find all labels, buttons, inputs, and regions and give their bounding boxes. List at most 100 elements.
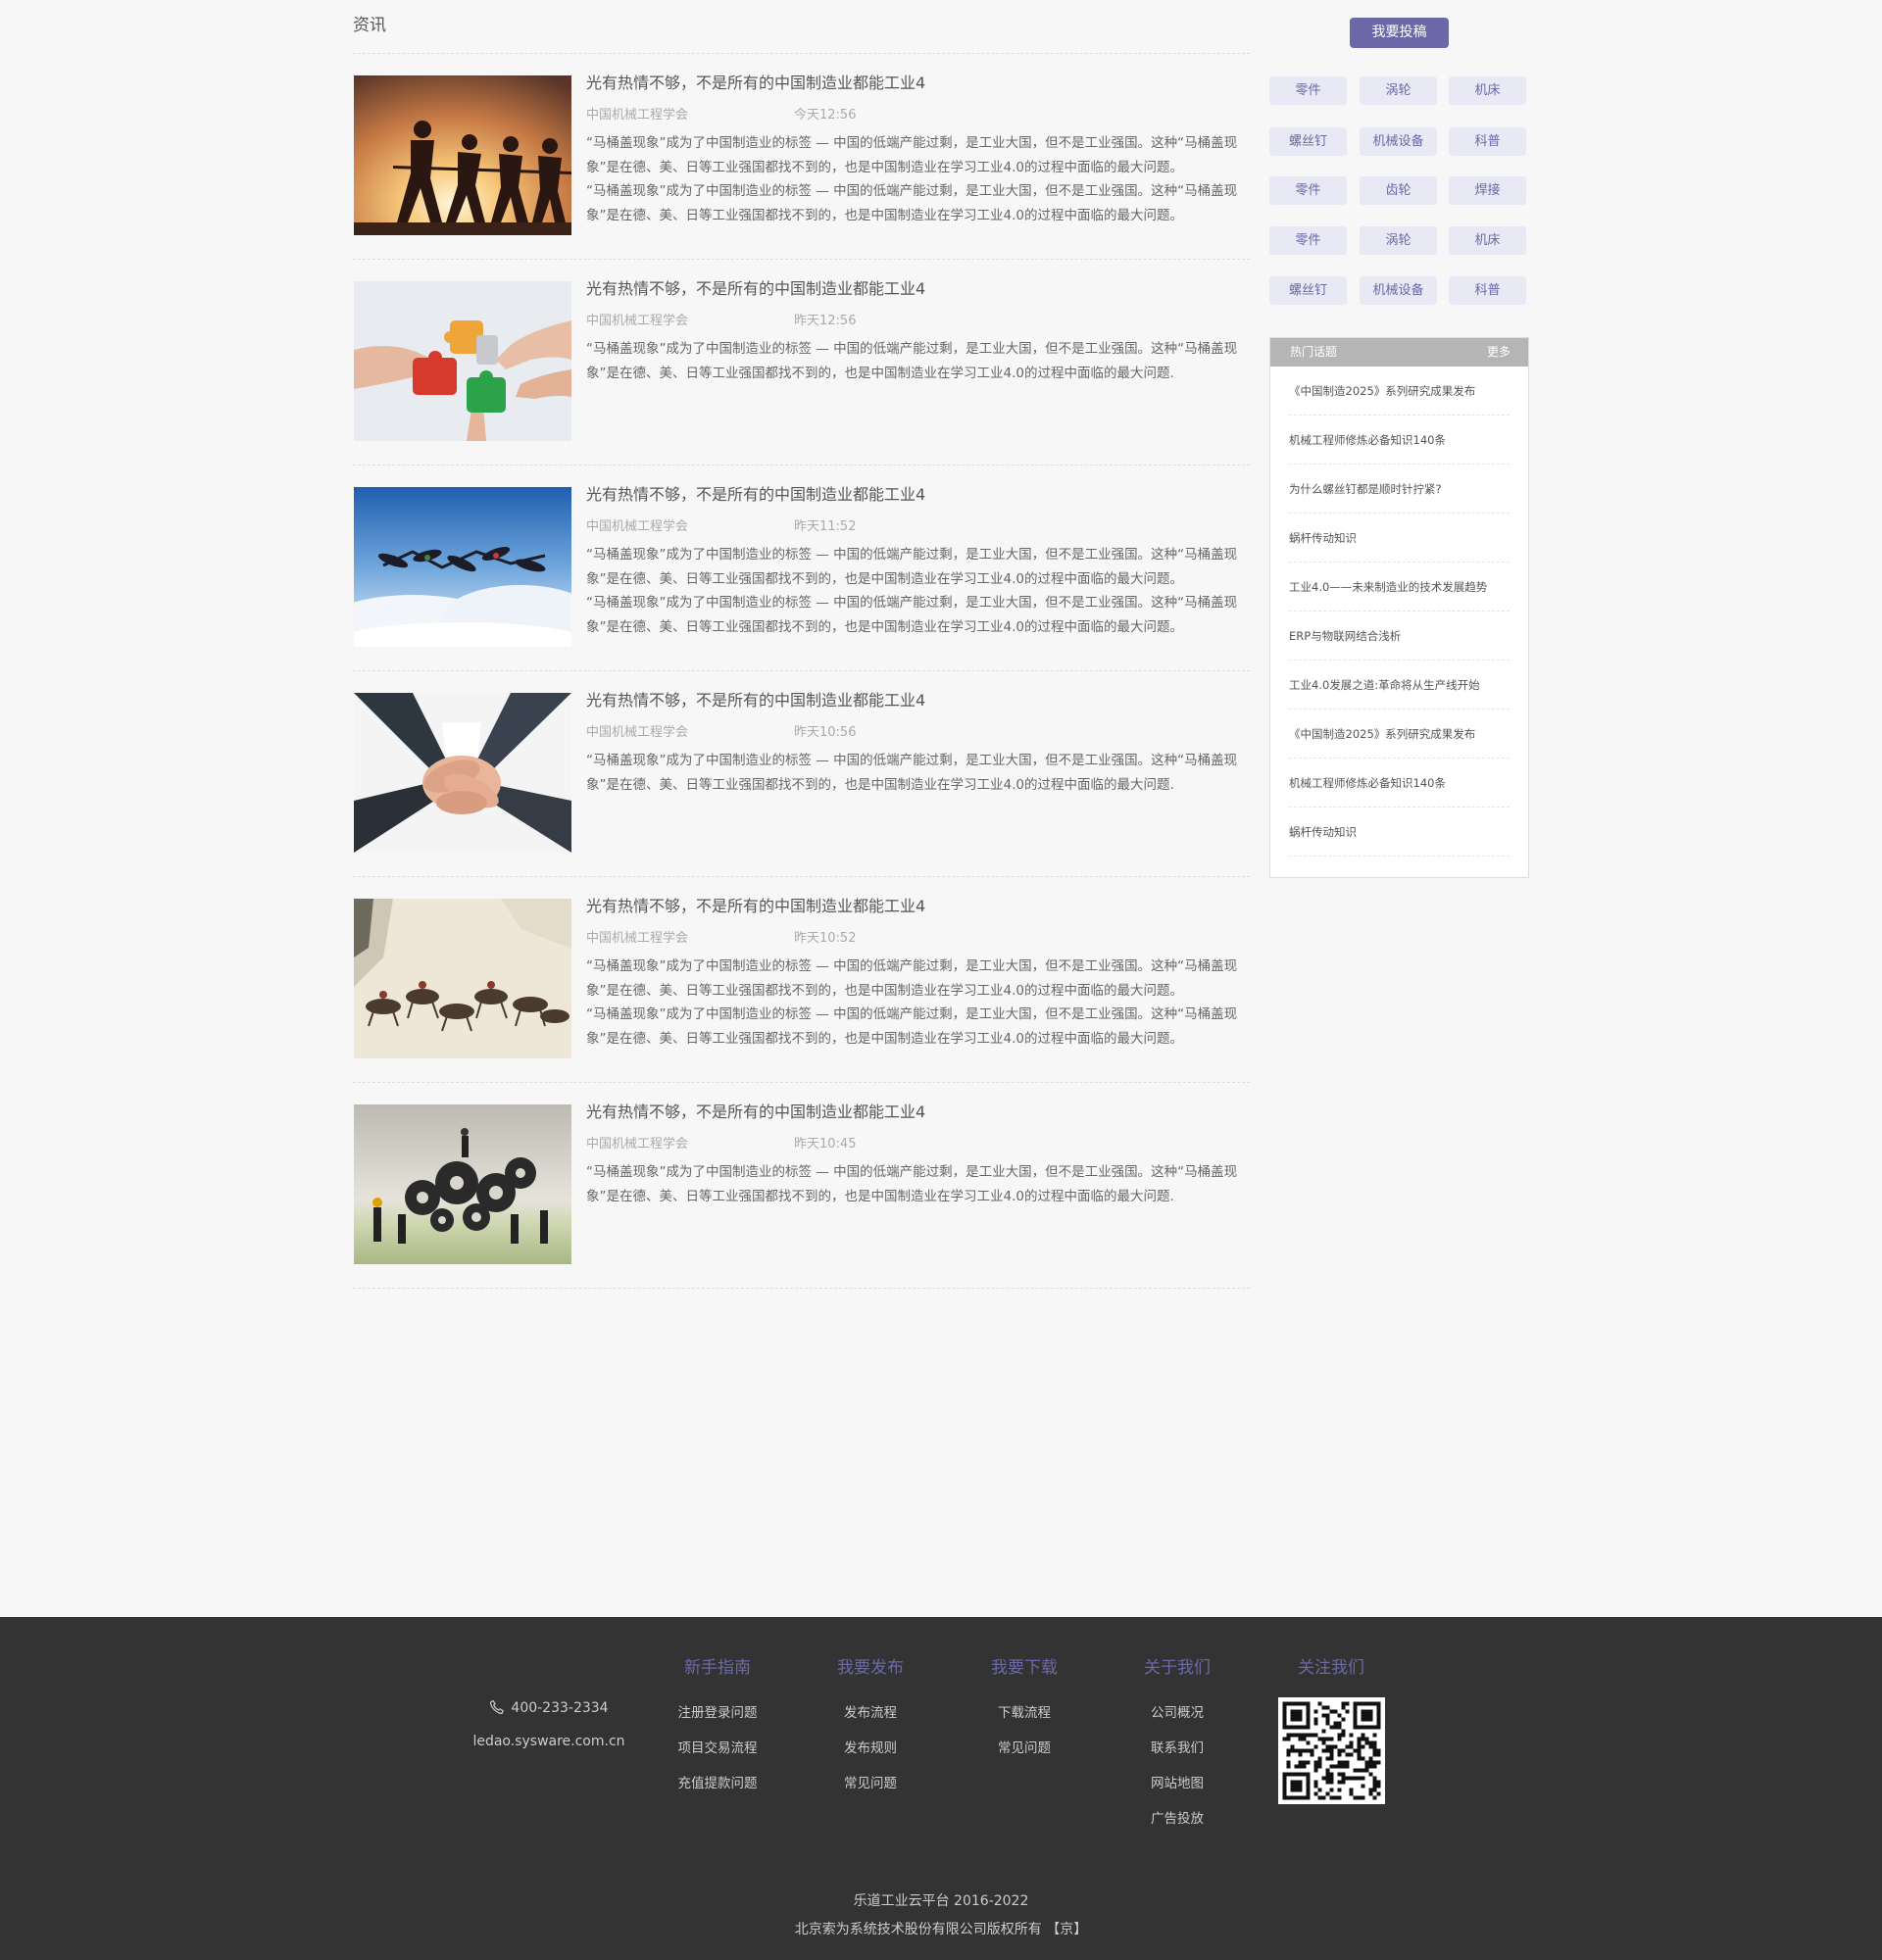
footer-col-guide: 新手指南 注册登录问题 项目交易流程 充值提款问题 — [638, 1656, 797, 1808]
footer-link[interactable]: 广告投放 — [1098, 1808, 1257, 1843]
article-source: 中国机械工程学会 — [586, 314, 689, 328]
article-title[interactable]: 光有热情不够，不是所有的中国制造业都能工业4 — [586, 74, 1250, 93]
phone-icon — [489, 1699, 505, 1722]
news-column: 资讯 光有热情不够，不是所有的中国制造业都能工业4 中国机械工程学会 今天12:5… — [353, 0, 1250, 1289]
article-paragraph: “马桶盖现象”成为了中国制造业的标签 — 中国的低端产能过剩，是工业大国，但不是… — [586, 753, 1238, 793]
article-list: 光有热情不够，不是所有的中国制造业都能工业4 中国机械工程学会 今天12:56 “… — [353, 54, 1250, 1289]
footer-col-title: 我要发布 — [837, 1658, 904, 1678]
hot-topics-list: 《中国制造2025》系列研究成果发布 机械工程师修炼必备知识140条 为什么螺丝钉都… — [1270, 367, 1528, 857]
article-title[interactable]: 光有热情不够，不是所有的中国制造业都能工业4 — [586, 279, 1250, 299]
article-summary: “马桶盖现象”成为了中国制造业的标签 — 中国的低端产能过剩，是工业大国，但不是… — [586, 543, 1250, 639]
more-link[interactable]: 更多 — [1487, 338, 1511, 367]
article-summary: “马桶盖现象”成为了中国制造业的标签 — 中国的低端产能过剩，是工业大国，但不是… — [586, 337, 1250, 385]
footer-col-publish: 我要发布 发布流程 发布规则 常见问题 — [791, 1656, 950, 1808]
article-thumbnail[interactable] — [354, 487, 571, 647]
submit-article-button[interactable]: 我要投稿 — [1350, 18, 1449, 48]
tag-chip[interactable]: 科普 — [1449, 127, 1526, 156]
footer: 400-233-2334 ledao.sysware.com.cn 新手指南 注… — [0, 1617, 1882, 1960]
article-meta: 中国机械工程学会 今天12:56 — [586, 107, 1250, 124]
article-summary: “马桶盖现象”成为了中国制造业的标签 — 中国的低端产能过剩，是工业大国，但不是… — [586, 749, 1250, 797]
hot-topic-item[interactable]: ERP与物联网结合浅析 — [1289, 612, 1510, 661]
hot-topic-item[interactable]: 蜗杆传动知识 — [1289, 808, 1510, 857]
article-item: 光有热情不够，不是所有的中国制造业都能工业4 中国机械工程学会 昨天10:45 “… — [353, 1083, 1250, 1289]
tag-chip[interactable]: 机械设备 — [1360, 276, 1437, 305]
article-thumbnail[interactable] — [354, 1104, 571, 1264]
footer-link[interactable]: 发布流程 — [791, 1702, 950, 1738]
article-paragraph: “马桶盖现象”成为了中国制造业的标签 — 中国的低端产能过剩，是工业大国，但不是… — [586, 958, 1238, 999]
footer-link[interactable]: 网站地图 — [1098, 1773, 1257, 1808]
article-body: 光有热情不够，不是所有的中国制造业都能工业4 中国机械工程学会 昨天12:56 “… — [586, 279, 1250, 385]
hot-topics-panel: 热门话题 更多 《中国制造2025》系列研究成果发布 机械工程师修炼必备知识140… — [1269, 337, 1529, 878]
tag-chip[interactable]: 机械设备 — [1360, 127, 1437, 156]
footer-link[interactable]: 联系我们 — [1098, 1738, 1257, 1773]
tag-chip[interactable]: 机床 — [1449, 226, 1526, 255]
article-paragraph: “马桶盖现象”成为了中国制造业的标签 — 中国的低端产能过剩，是工业大国，但不是… — [586, 595, 1238, 635]
article-thumbnail[interactable] — [354, 693, 571, 853]
tag-chip[interactable]: 螺丝钉 — [1269, 127, 1347, 156]
article-title[interactable]: 光有热情不够，不是所有的中国制造业都能工业4 — [586, 897, 1250, 916]
footer-col-download: 我要下载 下载流程 常见问题 — [945, 1656, 1104, 1773]
hot-topic-item[interactable]: 《中国制造2025》系列研究成果发布 — [1289, 367, 1510, 416]
footer-link[interactable]: 常见问题 — [791, 1773, 950, 1808]
tag-chip[interactable]: 焊接 — [1449, 176, 1526, 205]
phone-number: 400-233-2334 — [511, 1700, 609, 1716]
hot-topics-title: 热门话题 — [1290, 345, 1338, 359]
footer-link[interactable]: 项目交易流程 — [638, 1738, 797, 1773]
copyright-block: 乐道工业云平台 2016-2022 北京索为系统技术股份有限公司版权所有 【京】 — [0, 1887, 1882, 1944]
hot-topic-item[interactable]: 工业4.0发展之道:革命将从生产线开始 — [1289, 661, 1510, 710]
article-thumbnail[interactable] — [354, 281, 571, 441]
footer-col-follow: 关注我们 — [1257, 1656, 1406, 1702]
article-meta: 中国机械工程学会 昨天12:56 — [586, 313, 1250, 330]
article-time: 昨天10:52 — [794, 931, 857, 946]
article-source: 中国机械工程学会 — [586, 1137, 689, 1152]
tag-chip[interactable]: 零件 — [1269, 226, 1347, 255]
footer-link[interactable]: 常见问题 — [945, 1738, 1104, 1773]
article-title[interactable]: 光有热情不够，不是所有的中国制造业都能工业4 — [586, 485, 1250, 505]
tag-chip[interactable]: 科普 — [1449, 276, 1526, 305]
hot-topic-item[interactable]: 机械工程师修炼必备知识140条 — [1289, 416, 1510, 465]
article-body: 光有热情不够，不是所有的中国制造业都能工业4 中国机械工程学会 昨天10:52 “… — [586, 897, 1250, 1051]
article-title[interactable]: 光有热情不够，不是所有的中国制造业都能工业4 — [586, 691, 1250, 710]
article-source: 中国机械工程学会 — [586, 931, 689, 946]
article-paragraph: “马桶盖现象”成为了中国制造业的标签 — 中国的低端产能过剩，是工业大国，但不是… — [586, 547, 1238, 587]
article-summary: “马桶盖现象”成为了中国制造业的标签 — 中国的低端产能过剩，是工业大国，但不是… — [586, 1160, 1250, 1208]
article-time: 昨天10:56 — [794, 725, 857, 740]
hot-topic-item[interactable]: 蜗杆传动知识 — [1289, 514, 1510, 563]
footer-link[interactable]: 公司概况 — [1098, 1702, 1257, 1738]
article-paragraph: “马桶盖现象”成为了中国制造业的标签 — 中国的低端产能过剩，是工业大国，但不是… — [586, 341, 1238, 381]
tag-chip[interactable]: 零件 — [1269, 176, 1347, 205]
article-paragraph: “马桶盖现象”成为了中国制造业的标签 — 中国的低端产能过剩，是工业大国，但不是… — [586, 1006, 1238, 1047]
tag-chip[interactable]: 齿轮 — [1360, 176, 1437, 205]
tag-chip[interactable]: 零件 — [1269, 76, 1347, 105]
footer-link[interactable]: 充值提款问题 — [638, 1773, 797, 1808]
tag-chip[interactable]: 涡轮 — [1360, 76, 1437, 105]
article-summary: “马桶盖现象”成为了中国制造业的标签 — 中国的低端产能过剩，是工业大国，但不是… — [586, 131, 1250, 227]
article-item: 光有热情不够，不是所有的中国制造业都能工业4 中国机械工程学会 昨天12:56 “… — [353, 260, 1250, 466]
hot-topic-item[interactable]: 工业4.0——未来制造业的技术发展趋势 — [1289, 563, 1510, 612]
article-body: 光有热情不够，不是所有的中国制造业都能工业4 中国机械工程学会 昨天10:45 “… — [586, 1102, 1250, 1208]
article-time: 昨天11:52 — [794, 519, 857, 534]
article-meta: 中国机械工程学会 昨天10:56 — [586, 724, 1250, 742]
tag-chip[interactable]: 螺丝钉 — [1269, 276, 1347, 305]
footer-link[interactable]: 发布规则 — [791, 1738, 950, 1773]
article-source: 中国机械工程学会 — [586, 725, 689, 740]
footer-col-title: 新手指南 — [684, 1658, 751, 1678]
article-time: 昨天12:56 — [794, 314, 857, 328]
article-title[interactable]: 光有热情不够，不是所有的中国制造业都能工业4 — [586, 1102, 1250, 1122]
hot-topic-item[interactable]: 机械工程师修炼必备知识140条 — [1289, 759, 1510, 808]
section-title: 资讯 — [353, 0, 1250, 54]
article-summary: “马桶盖现象”成为了中国制造业的标签 — 中国的低端产能过剩，是工业大国，但不是… — [586, 955, 1250, 1051]
article-source: 中国机械工程学会 — [586, 108, 689, 122]
article-thumbnail[interactable] — [354, 75, 571, 235]
article-thumbnail[interactable] — [354, 899, 571, 1058]
article-meta: 中国机械工程学会 昨天11:52 — [586, 518, 1250, 536]
tag-chip[interactable]: 涡轮 — [1360, 226, 1437, 255]
footer-link[interactable]: 注册登录问题 — [638, 1702, 797, 1738]
article-paragraph: “马桶盖现象”成为了中国制造业的标签 — 中国的低端产能过剩，是工业大国，但不是… — [586, 135, 1238, 175]
footer-link[interactable]: 下载流程 — [945, 1702, 1104, 1738]
tag-chip[interactable]: 机床 — [1449, 76, 1526, 105]
article-item: 光有热情不够，不是所有的中国制造业都能工业4 中国机械工程学会 今天12:56 “… — [353, 54, 1250, 260]
article-paragraph: “马桶盖现象”成为了中国制造业的标签 — 中国的低端产能过剩，是工业大国，但不是… — [586, 1164, 1238, 1204]
hot-topic-item[interactable]: 为什么螺丝钉都是顺时针拧紧? — [1289, 465, 1510, 514]
hot-topic-item[interactable]: 《中国制造2025》系列研究成果发布 — [1289, 710, 1510, 759]
